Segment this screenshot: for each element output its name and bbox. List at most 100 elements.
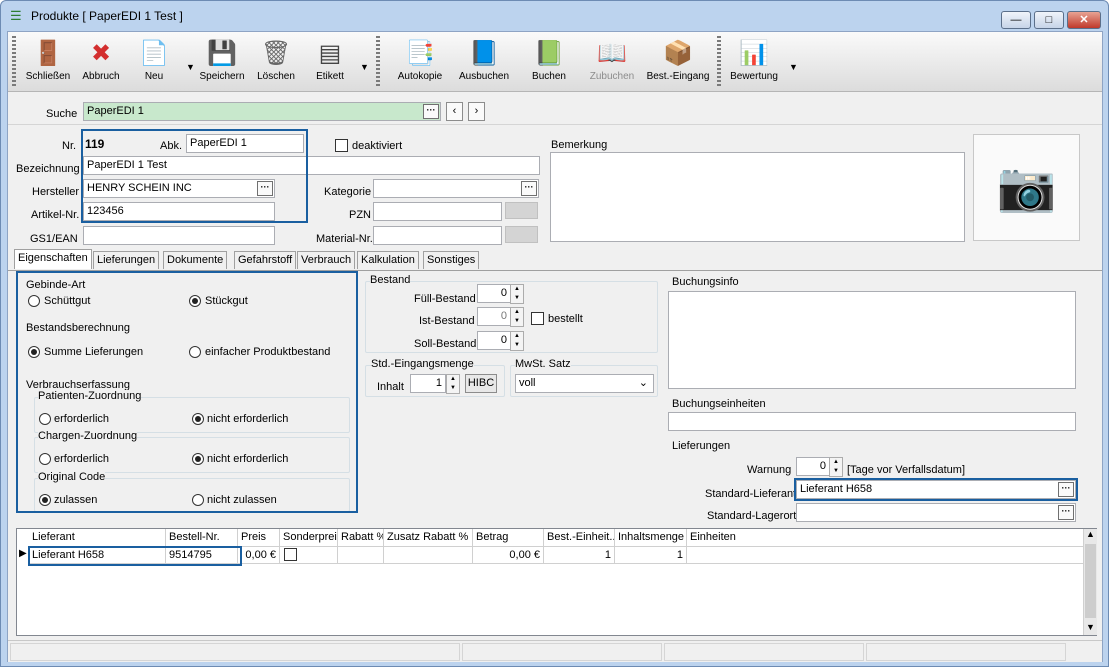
scroll-up-icon[interactable]: ▲	[1086, 529, 1095, 539]
column-header-bestellnr[interactable]: Bestell-Nr.	[166, 529, 238, 547]
column-header-preis[interactable]: Preis	[238, 529, 280, 547]
scroll-thumb[interactable]	[1085, 544, 1096, 618]
materialnr-field[interactable]	[373, 226, 502, 245]
cell-best-einheit[interactable]: 1	[544, 547, 615, 564]
std-lagerort-label: Standard-Lagerort	[707, 510, 797, 522]
title-bar[interactable]: ☰ Produkte [ PaperEDI 1 Test ] — □ ✕	[1, 1, 1108, 31]
column-header-einheiten[interactable]: Einheiten	[687, 529, 1083, 547]
fuell-bestand-spinner[interactable]: ▲ ▼	[510, 284, 524, 304]
bemerkung-field[interactable]	[550, 152, 965, 242]
cell-inhaltsmenge[interactable]: 1	[615, 547, 687, 564]
std-lagerort-field[interactable]: ···	[796, 503, 1076, 522]
toolbar-grip[interactable]	[12, 36, 16, 88]
bestellt-label: bestellt	[548, 313, 583, 325]
column-header-sonderpreis[interactable]: Sonderpreis	[280, 529, 338, 547]
buchungseinheiten-title: Buchungseinheiten	[672, 398, 766, 410]
lieferanten-grid[interactable]: Lieferant Bestell-Nr. Preis Sonderpreis …	[16, 528, 1097, 636]
cell-preis[interactable]: 0,00 €	[238, 547, 280, 564]
buchen-button[interactable]: 📗 Buchen	[523, 36, 575, 88]
previous-button[interactable]: ‹	[446, 102, 463, 121]
bewertung-dropdown-icon[interactable]: ▼	[789, 62, 798, 72]
bestellt-checkbox[interactable]	[531, 312, 544, 325]
std-lagerort-browse-button[interactable]: ···	[1058, 505, 1074, 520]
close-button[interactable]: ✕	[1067, 11, 1101, 29]
tab-sonstiges[interactable]: Sonstiges	[423, 251, 480, 269]
hibc-button[interactable]: HIBC	[465, 374, 497, 393]
fuell-bestand-field[interactable]: 0	[477, 284, 511, 303]
minimize-button[interactable]: —	[1001, 11, 1031, 29]
column-header-inhaltsmenge[interactable]: Inhaltsmenge	[615, 529, 687, 547]
hersteller-label: Hersteller	[32, 186, 80, 198]
bestand-title: Bestand	[370, 274, 411, 286]
book-add-icon: 📖	[597, 40, 627, 67]
toolbar-grip-3[interactable]	[717, 36, 721, 88]
deaktiviert-checkbox[interactable]	[335, 139, 348, 152]
schliessen-button[interactable]: 🚪 Schließen	[22, 36, 74, 88]
inhalt-spinner[interactable]: ▲ ▼	[446, 374, 460, 394]
cell-einheiten[interactable]	[687, 547, 1083, 564]
tab-eigenschaften[interactable]: Eigenschaften	[14, 249, 92, 269]
cell-sonderpreis[interactable]	[280, 547, 338, 564]
column-header-best-einheit[interactable]: Best.-Einheit...	[544, 529, 615, 547]
search-input[interactable]: PaperEDI 1 ···	[83, 102, 441, 121]
best-eingang-button[interactable]: 📦 Best.-Eingang	[646, 36, 710, 88]
kategorie-field[interactable]: ···	[373, 179, 539, 198]
kategorie-browse-button[interactable]: ···	[521, 181, 537, 196]
highlight-box-ident	[81, 129, 308, 223]
sonderpreis-checkbox[interactable]	[284, 548, 297, 561]
speichern-button[interactable]: 💾 Speichern	[196, 36, 248, 88]
bewertung-button[interactable]: 📊 Bewertung	[728, 36, 780, 88]
tab-gefahrstoff[interactable]: Gefahrstoff	[234, 251, 297, 269]
etikett-button[interactable]: ▤ Etikett	[304, 36, 356, 88]
zubuchen-button[interactable]: 📖 Zubuchen	[586, 36, 638, 88]
application-window: ☰ Produkte [ PaperEDI 1 Test ] — □ ✕ 🚪 Sc…	[0, 0, 1109, 667]
grid-scrollbar[interactable]: ▲ ▼	[1083, 529, 1097, 635]
tab-kalkulation[interactable]: Kalkulation	[357, 251, 419, 269]
buchungsinfo-field[interactable]	[668, 291, 1076, 389]
mwst-select[interactable]: voll ⌄	[515, 374, 654, 393]
gs1-field[interactable]	[83, 226, 275, 245]
ausbuchen-button[interactable]: 📘 Ausbuchen	[458, 36, 510, 88]
loeschen-button[interactable]: 🗑 Löschen	[250, 36, 302, 88]
column-header-lieferant[interactable]: Lieferant	[29, 529, 166, 547]
tab-panel-eigenschaften: Gebinde-Art Schüttgut Stückgut Bestandsb…	[8, 270, 1102, 526]
etikett-dropdown-icon[interactable]: ▼	[360, 62, 369, 72]
deaktiviert-label: deaktiviert	[352, 140, 403, 152]
search-browse-button[interactable]: ···	[423, 104, 439, 119]
client-area: 🚪 Schließen ✖ Abbruch 📄 Neu ▼ 💾 Speichern 🗑 L…	[7, 31, 1103, 662]
toolbar-grip-2[interactable]	[376, 36, 380, 88]
inhalt-label: Inhalt	[377, 381, 404, 393]
tab-dokumente[interactable]: Dokumente	[163, 251, 228, 269]
soll-bestand-field[interactable]: 0	[477, 331, 511, 350]
cell-rabatt[interactable]	[338, 547, 384, 564]
book-in-icon: 📗	[534, 40, 564, 67]
pzn-field[interactable]	[373, 202, 502, 221]
inhalt-field[interactable]: 1	[410, 374, 446, 393]
scroll-down-icon[interactable]: ▼	[1086, 622, 1095, 632]
camera-icon[interactable]: 📷	[973, 134, 1080, 241]
new-document-icon: 📄	[139, 40, 169, 67]
tab-strip: Eigenschaften Lieferungen Dokumente Gefa…	[14, 249, 614, 271]
column-header-betrag[interactable]: Betrag	[473, 529, 544, 547]
tab-lieferungen[interactable]: Lieferungen	[93, 251, 160, 269]
maximize-button[interactable]: □	[1034, 11, 1064, 29]
tab-verbrauch[interactable]: Verbrauch	[297, 251, 356, 269]
neu-dropdown-icon[interactable]: ▼	[186, 62, 195, 72]
status-panel-4	[866, 643, 1066, 661]
neu-button[interactable]: 📄 Neu	[128, 36, 180, 88]
autokopie-button[interactable]: 📑 Autokopie	[394, 36, 446, 88]
soll-bestand-spinner[interactable]: ▲ ▼	[510, 331, 524, 351]
cell-zusatz-rabatt[interactable]	[384, 547, 473, 564]
next-button[interactable]: ›	[468, 102, 485, 121]
abbruch-button[interactable]: ✖ Abbruch	[75, 36, 127, 88]
warnung-field[interactable]: 0	[796, 457, 830, 476]
cell-betrag[interactable]: 0,00 €	[473, 547, 544, 564]
column-header-rabatt[interactable]: Rabatt %	[338, 529, 384, 547]
buchungseinheiten-field[interactable]	[668, 412, 1076, 431]
warnung-spinner[interactable]: ▲ ▼	[829, 457, 843, 477]
ist-bestand-spinner[interactable]: ▲ ▼	[510, 307, 524, 327]
ist-bestand-field[interactable]: 0	[477, 307, 511, 326]
chevron-down-icon: ⌄	[638, 377, 648, 389]
column-header-zusatz-rabatt[interactable]: Zusatz Rabatt %	[384, 529, 473, 547]
save-icon: 💾	[207, 40, 237, 67]
